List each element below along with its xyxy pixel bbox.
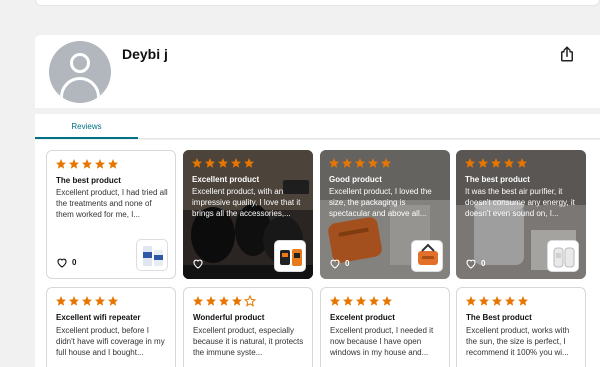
star-filled-icon <box>368 158 378 168</box>
star-filled-icon <box>56 296 66 306</box>
review-text: Excellent product, before I didn't have … <box>56 326 165 357</box>
star-filled-icon <box>330 296 340 306</box>
star-filled-icon <box>329 158 339 168</box>
star-filled-icon <box>82 159 92 169</box>
like-count: 0 <box>72 258 77 267</box>
review-card[interactable]: The best product Excellent product, I ha… <box>46 150 176 279</box>
profile-header: Deybi j <box>35 35 600 108</box>
reviews-feed: The best product Excellent product, I ha… <box>35 140 600 367</box>
like-button[interactable]: 0 <box>56 257 76 268</box>
star-filled-icon <box>478 158 488 168</box>
star-filled-icon <box>56 159 66 169</box>
star-rating <box>55 158 119 170</box>
review-card[interactable]: The Best product Excellent product, work… <box>456 287 586 367</box>
avatar <box>49 41 111 103</box>
review-text: Excellent product, works with the sun, t… <box>466 326 570 357</box>
star-filled-icon <box>219 296 229 306</box>
review-card[interactable]: Good product Excellent product, I loved … <box>320 150 450 279</box>
star-filled-icon <box>231 158 241 168</box>
heart-icon <box>330 259 340 269</box>
review-card[interactable]: Excellent product Excellent product, wit… <box>183 150 313 279</box>
star-filled-icon <box>193 296 203 306</box>
star-rating <box>191 157 255 169</box>
review-title: The best product <box>465 175 530 184</box>
star-filled-icon <box>355 158 365 168</box>
product-thumbnail[interactable] <box>136 239 168 271</box>
star-filled-icon <box>69 159 79 169</box>
star-filled-icon <box>382 296 392 306</box>
like-count: 0 <box>345 259 350 268</box>
profile-name: Deybi j <box>122 46 168 62</box>
review-card[interactable]: Excellent wifi repeater Excellent produc… <box>46 287 176 367</box>
tab-bar: Reviews <box>35 114 600 139</box>
product-thumbnail[interactable] <box>274 240 306 272</box>
star-filled-icon <box>108 159 118 169</box>
star-filled-icon <box>343 296 353 306</box>
star-rating <box>192 295 256 307</box>
review-title: The Best product <box>466 313 532 322</box>
star-filled-icon <box>369 296 379 306</box>
star-filled-icon <box>95 159 105 169</box>
star-filled-icon <box>465 158 475 168</box>
product-thumbnail[interactable] <box>411 240 443 272</box>
star-filled-icon <box>342 158 352 168</box>
review-text: Excellent product, I had tried all the t… <box>56 188 168 219</box>
star-filled-icon <box>108 296 118 306</box>
star-filled-icon <box>205 158 215 168</box>
review-text: Excellent product, I loved the size, the… <box>329 187 432 218</box>
heart-icon <box>466 259 476 269</box>
review-text: Excellent product, I needed it now becau… <box>330 326 434 357</box>
star-empty-icon <box>244 295 256 307</box>
review-title: Good product <box>329 175 382 184</box>
product-thumbnail[interactable] <box>547 240 579 272</box>
review-card[interactable]: Excelent product Excellent product, I ne… <box>320 287 450 367</box>
star-rating <box>464 157 528 169</box>
star-filled-icon <box>518 296 528 306</box>
review-text: It was the best air purifier, it doesn't… <box>465 187 575 218</box>
star-filled-icon <box>504 158 514 168</box>
star-rating <box>329 295 393 307</box>
star-filled-icon <box>244 158 254 168</box>
review-text: Excellent product, with an impressive qu… <box>192 187 301 218</box>
top-strip <box>35 0 600 6</box>
like-button[interactable] <box>192 258 208 269</box>
review-title: Wonderful product <box>193 313 265 322</box>
star-rating <box>55 295 119 307</box>
star-filled-icon <box>517 158 527 168</box>
star-filled-icon <box>491 158 501 168</box>
star-filled-icon <box>505 296 515 306</box>
review-title: Excellent wifi repeater <box>56 313 141 322</box>
star-filled-icon <box>232 296 242 306</box>
star-filled-icon <box>218 158 228 168</box>
review-title: Excellent product <box>192 175 260 184</box>
star-filled-icon <box>381 158 391 168</box>
like-count: 0 <box>481 259 486 268</box>
star-rating <box>328 157 392 169</box>
star-filled-icon <box>95 296 105 306</box>
star-filled-icon <box>69 296 79 306</box>
review-title: The best product <box>56 176 121 185</box>
star-filled-icon <box>82 296 92 306</box>
star-rating <box>465 295 529 307</box>
review-title: Excelent product <box>330 313 395 322</box>
star-filled-icon <box>356 296 366 306</box>
tab-reviews[interactable]: Reviews <box>35 114 138 139</box>
star-filled-icon <box>479 296 489 306</box>
star-filled-icon <box>206 296 216 306</box>
like-button[interactable]: 0 <box>329 258 349 269</box>
heart-icon <box>57 258 67 268</box>
heart-icon <box>193 259 203 269</box>
review-card[interactable]: The best product It was the best air pur… <box>456 150 586 279</box>
star-filled-icon <box>466 296 476 306</box>
star-filled-icon <box>192 158 202 168</box>
star-filled-icon <box>492 296 502 306</box>
review-card[interactable]: Wonderful product Excellent product, esp… <box>183 287 313 367</box>
like-button[interactable]: 0 <box>465 258 485 269</box>
review-text: Excellent product, especially because it… <box>193 326 304 357</box>
share-icon[interactable] <box>558 45 576 63</box>
